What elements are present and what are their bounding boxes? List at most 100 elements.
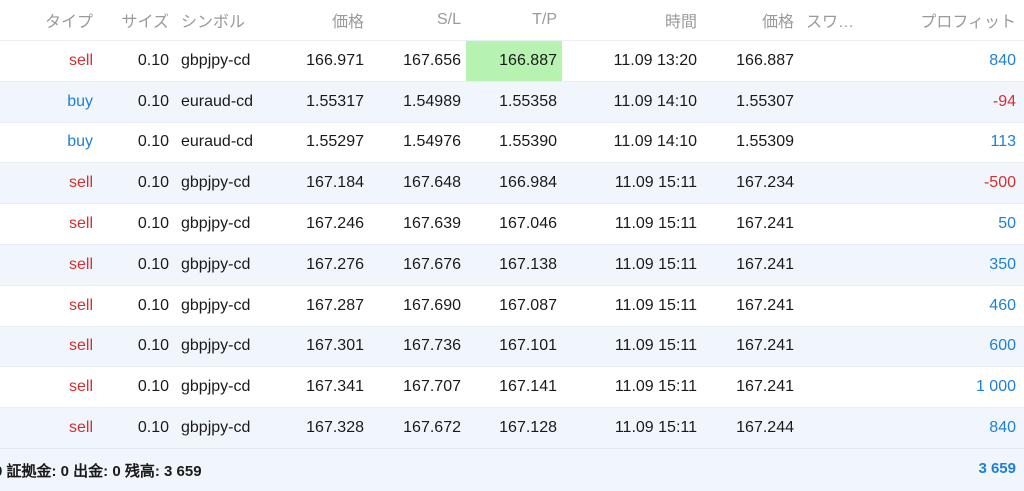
cell-price-open: 167.287 [278, 284, 369, 327]
cell-price-open: 167.301 [278, 325, 369, 367]
table-row[interactable]: sell 0.10 gbpjpy-cd 167.276 167.676 167.138 11… [0, 243, 1024, 286]
cell-time: 11.09 15:11 [562, 325, 702, 367]
cell-size: 0.10 [98, 366, 174, 408]
cell-swap [799, 121, 879, 163]
cell-sl: 167.690 [369, 284, 466, 327]
cell-time: 11.09 15:11 [562, 243, 702, 286]
column-header-profit[interactable]: プロフィット [879, 0, 1024, 41]
cell-type: sell [0, 243, 98, 286]
cell-tp: 167.046 [466, 203, 562, 245]
cell-profit: -500 [879, 162, 1024, 204]
cell-price-current: 1.55309 [702, 121, 799, 163]
cell-time: 11.09 14:10 [562, 121, 702, 163]
cell-swap [799, 407, 879, 449]
cell-type: sell [0, 203, 98, 245]
cell-symbol: euraud-cd [174, 121, 278, 163]
cell-tp: 167.101 [466, 325, 562, 367]
cell-time: 11.09 15:11 [562, 407, 702, 449]
cell-price-current: 1.55307 [702, 80, 799, 123]
table-row[interactable]: sell 0.10 gbpjpy-cd 167.341 167.707 167.141 11… [0, 366, 1024, 408]
cell-price-current: 167.244 [702, 407, 799, 449]
cell-type: buy [0, 121, 98, 163]
cell-price-open: 167.184 [278, 162, 369, 204]
cell-profit: 113 [879, 121, 1024, 163]
cell-sl: 167.672 [369, 407, 466, 449]
cell-size: 0.10 [98, 121, 174, 163]
cell-type: sell [0, 284, 98, 327]
cell-type: sell [0, 40, 98, 82]
cell-sl: 167.639 [369, 203, 466, 245]
column-header-sl[interactable]: S/L [369, 0, 466, 41]
cell-time: 11.09 15:11 [562, 162, 702, 204]
account-summary-text: 0 証拠金: 0 出金: 0 残高: 3 659 [0, 463, 202, 480]
column-header-size[interactable]: サイズ [98, 0, 174, 41]
cell-size: 0.10 [98, 80, 174, 123]
cell-type: sell [0, 366, 98, 408]
cell-time: 11.09 13:20 [562, 40, 702, 82]
table-row[interactable]: sell 0.10 gbpjpy-cd 166.971 167.656 166.887 11… [0, 40, 1024, 82]
column-header-type[interactable]: タイプ [0, 0, 98, 41]
column-header-price-open[interactable]: 価格 [278, 0, 369, 41]
cell-profit: 460 [879, 284, 1024, 327]
cell-sl: 1.54989 [369, 80, 466, 123]
cell-symbol: euraud-cd [174, 80, 278, 123]
table-row[interactable]: sell 0.10 gbpjpy-cd 167.301 167.736 167.101 11… [0, 325, 1024, 367]
cell-sl: 1.54976 [369, 121, 466, 163]
cell-price-open: 167.341 [278, 366, 369, 408]
cell-size: 0.10 [98, 407, 174, 449]
column-header-symbol[interactable]: シンボル [174, 0, 278, 41]
cell-sl: 167.648 [369, 162, 466, 204]
cell-tp: 167.087 [466, 284, 562, 327]
cell-symbol: gbpjpy-cd [174, 284, 278, 327]
cell-profit: -94 [879, 80, 1024, 123]
cell-sl: 167.676 [369, 243, 466, 286]
column-header-tp[interactable]: T/P [466, 0, 562, 41]
cell-price-current: 166.887 [702, 40, 799, 82]
cell-price-current: 167.241 [702, 325, 799, 367]
column-header-price-current[interactable]: 価格 [702, 0, 799, 41]
cell-time: 11.09 15:11 [562, 284, 702, 327]
table-row[interactable]: buy 0.10 euraud-cd 1.55317 1.54989 1.55358 11.… [0, 80, 1024, 123]
cell-symbol: gbpjpy-cd [174, 203, 278, 245]
cell-profit: 1 000 [879, 366, 1024, 408]
cell-sl: 167.736 [369, 325, 466, 367]
cell-time: 11.09 15:11 [562, 203, 702, 245]
table-row[interactable]: sell 0.10 gbpjpy-cd 167.328 167.672 167.128 11… [0, 407, 1024, 449]
cell-time: 11.09 15:11 [562, 366, 702, 408]
cell-price-current: 167.241 [702, 366, 799, 408]
cell-price-open: 166.971 [278, 40, 369, 82]
column-header-swap[interactable]: スワ… [799, 0, 879, 41]
cell-swap [799, 162, 879, 204]
cell-size: 0.10 [98, 284, 174, 327]
table-row[interactable]: buy 0.10 euraud-cd 1.55297 1.54976 1.55390 11.… [0, 121, 1024, 163]
column-header-time[interactable]: 時間 [562, 0, 702, 41]
cell-symbol: gbpjpy-cd [174, 407, 278, 449]
cell-price-current: 167.241 [702, 203, 799, 245]
cell-symbol: gbpjpy-cd [174, 325, 278, 367]
cell-profit: 840 [879, 40, 1024, 82]
cell-symbol: gbpjpy-cd [174, 366, 278, 408]
cell-price-open: 167.328 [278, 407, 369, 449]
cell-profit: 50 [879, 203, 1024, 245]
cell-tp: 166.984 [466, 162, 562, 204]
cell-price-current: 167.241 [702, 243, 799, 286]
cell-type: sell [0, 325, 98, 367]
cell-tp: 167.128 [466, 407, 562, 449]
cell-sl: 167.656 [369, 40, 466, 82]
cell-swap [799, 325, 879, 367]
cell-tp: 1.55390 [466, 121, 562, 163]
table-row[interactable]: sell 0.10 gbpjpy-cd 167.287 167.690 167.087 11… [0, 284, 1024, 327]
cell-size: 0.10 [98, 203, 174, 245]
cell-price-open: 167.246 [278, 203, 369, 245]
cell-tp: 167.138 [466, 243, 562, 286]
cell-sl: 167.707 [369, 366, 466, 408]
cell-swap [799, 40, 879, 82]
table-row[interactable]: sell 0.10 gbpjpy-cd 167.246 167.639 167.046 11… [0, 203, 1024, 245]
cell-type: sell [0, 162, 98, 204]
cell-profit: 600 [879, 325, 1024, 367]
cell-swap [799, 243, 879, 286]
cell-price-current: 167.234 [702, 162, 799, 204]
table-row[interactable]: sell 0.10 gbpjpy-cd 167.184 167.648 166.984 11… [0, 162, 1024, 204]
cell-tp: 167.141 [466, 366, 562, 408]
cell-type: buy [0, 80, 98, 123]
